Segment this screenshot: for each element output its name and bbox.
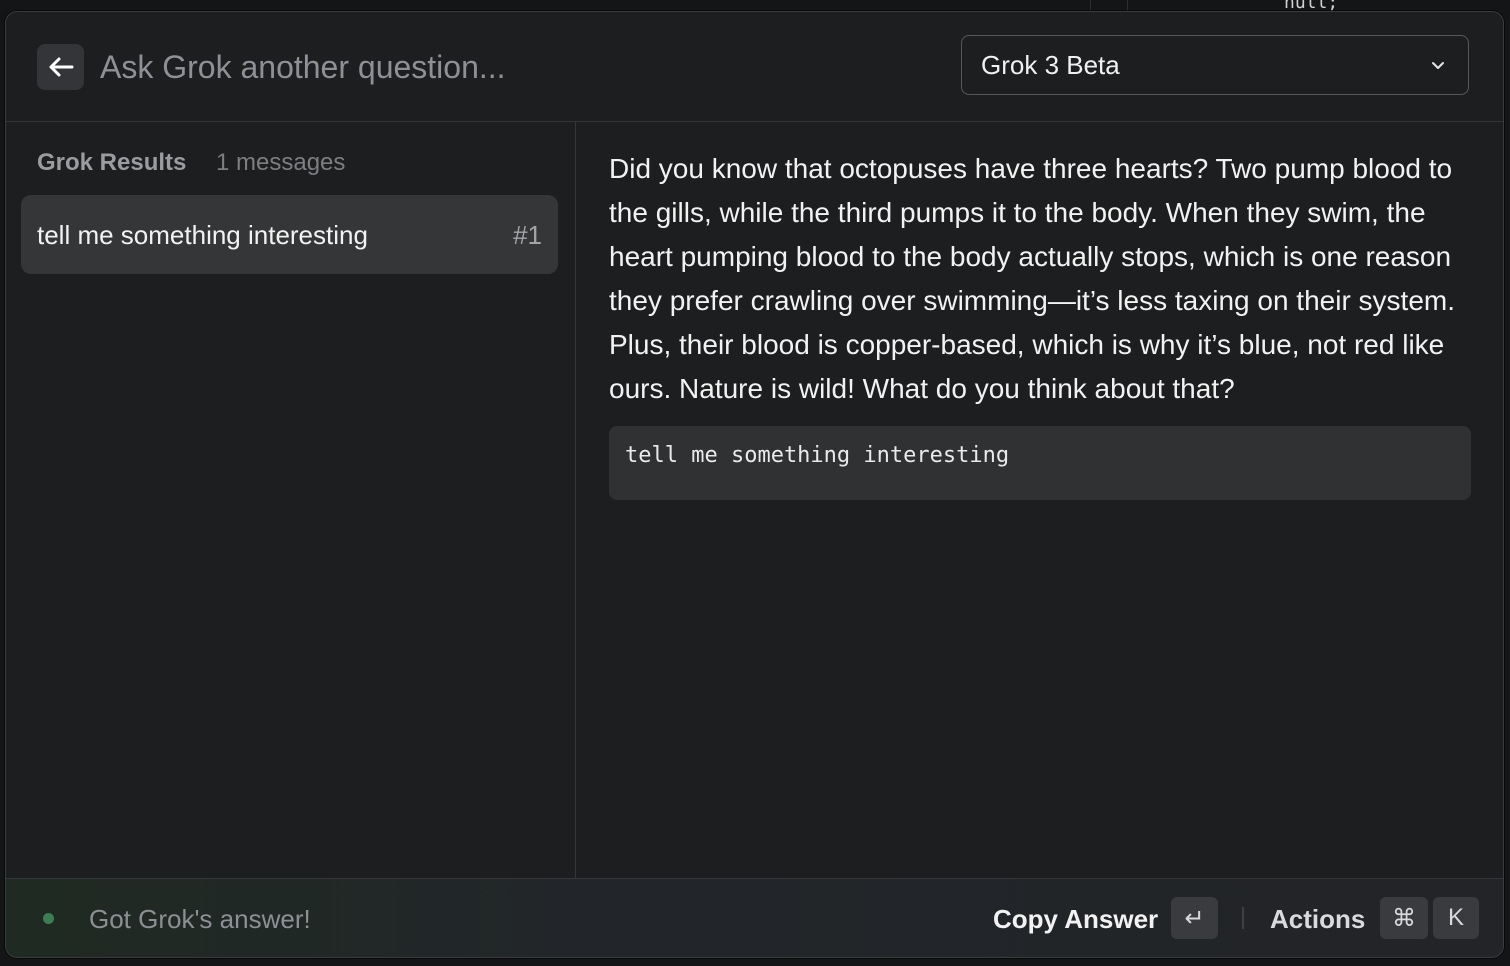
prompt-code-text: tell me something interesting [625, 443, 1010, 468]
status-dot-icon [43, 913, 54, 924]
status-text: Got Grok's answer! [89, 904, 311, 934]
message-count: 1 messages [216, 149, 346, 176]
result-item-label: tell me something interesting [37, 220, 368, 250]
copy-answer-button[interactable]: Copy Answer [993, 904, 1158, 935]
command-key-icon: ⌘ [1380, 897, 1428, 939]
grok-window: Grok 3 Beta Grok Results 1 messages tell… [5, 11, 1504, 958]
result-item-index: #1 [513, 220, 542, 250]
header: Grok 3 Beta [6, 12, 1503, 122]
prompt-code-block: tell me something interesting [609, 426, 1471, 500]
results-sidebar: Grok Results 1 messages tell me somethin… [6, 122, 576, 878]
section-title: Grok Results [37, 149, 187, 176]
background-editor-edge [1503, 0, 1510, 966]
actions-button[interactable]: Actions [1270, 904, 1365, 935]
answer-panel: Did you know that octopuses have three h… [609, 147, 1471, 500]
arrow-left-icon [49, 57, 73, 77]
answer-text: Did you know that octopuses have three h… [609, 153, 1456, 404]
action-bar: Got Grok's answer! Copy Answer ↵ Actions… [6, 878, 1503, 957]
back-button[interactable] [37, 44, 84, 90]
k-key: K [1433, 897, 1479, 939]
divider [1242, 907, 1244, 929]
question-input[interactable] [100, 42, 900, 92]
result-item[interactable]: tell me something interesting #1 [21, 195, 558, 274]
model-select-value: Grok 3 Beta [981, 50, 1120, 80]
enter-key-icon: ↵ [1171, 897, 1218, 939]
model-select[interactable]: Grok 3 Beta [961, 35, 1469, 95]
chevron-down-icon [1432, 62, 1444, 69]
